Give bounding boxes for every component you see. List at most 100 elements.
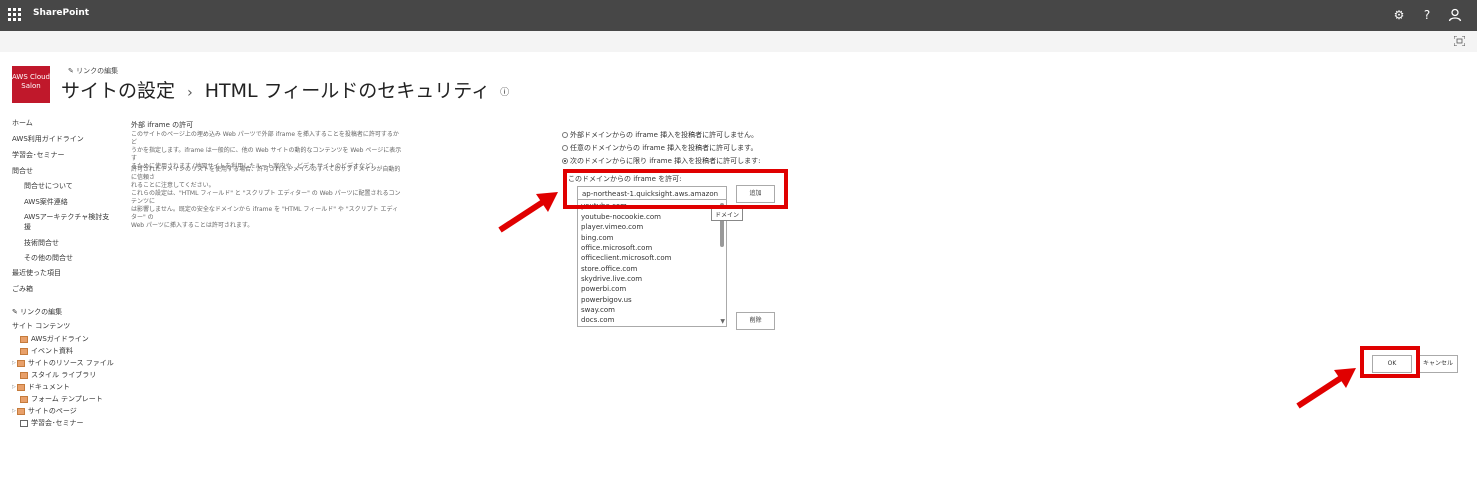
radio-disallow[interactable]: 外部ドメインからの iframe 挿入を投稿者に許可しません。 bbox=[562, 130, 758, 140]
content-seminar-calendar[interactable]: 学習会･セミナー bbox=[20, 418, 84, 428]
section-title: 外部 iframe の許可 bbox=[131, 121, 194, 129]
nav-item-about-inquiry[interactable]: 問合せについて bbox=[24, 181, 73, 191]
cancel-button[interactable]: キャンセル bbox=[1418, 355, 1458, 373]
library-icon bbox=[16, 359, 25, 367]
calendar-icon bbox=[20, 419, 28, 427]
list-item[interactable]: officeclient.microsoft.com bbox=[581, 254, 671, 262]
desc-line: は影響しません。既定の安全なドメインから iframe を "HTML フィール… bbox=[131, 206, 399, 221]
highlight-box-ok bbox=[1360, 346, 1420, 378]
radio-label: 次のドメインからに限り iframe 挿入を投稿者に許可します: bbox=[570, 157, 761, 165]
desc-line: れることに注意してください。 bbox=[131, 182, 215, 189]
radio-label: 外部ドメインからの iframe 挿入を投稿者に許可しません。 bbox=[570, 131, 758, 139]
list-item[interactable]: store.office.com bbox=[581, 265, 637, 273]
nav-item-tech-inquiry[interactable]: 技術問合せ bbox=[24, 238, 59, 248]
description-paragraph-2: 許可されたドメインのリストを使用する場合、許可されたドメインのすべてのサブドメイ… bbox=[131, 166, 403, 190]
content-label: イベント資料 bbox=[31, 347, 73, 355]
list-item[interactable]: youtube-nocookie.com bbox=[581, 213, 661, 221]
radio-button[interactable] bbox=[562, 132, 568, 138]
description-paragraph-1: このサイトのページ上の埋め込み Web パーツで外部 iframe を挿入するこ… bbox=[131, 131, 403, 171]
library-icon bbox=[16, 407, 25, 415]
nav-item-architecture[interactable]: AWSアーキテクチャ検討支 bbox=[24, 212, 109, 222]
domain-tooltip: ドメイン bbox=[711, 208, 744, 221]
content-label: AWSガイドライン bbox=[31, 335, 89, 343]
expand-icon[interactable]: ▷ bbox=[12, 408, 16, 414]
breadcrumb-current: HTML フィールドのセキュリティ bbox=[204, 80, 491, 102]
app-name[interactable]: SharePoint bbox=[33, 8, 89, 18]
focus-mode-icon[interactable] bbox=[1454, 36, 1465, 46]
expand-icon[interactable]: ▷ bbox=[12, 384, 16, 390]
highlight-box-domain bbox=[563, 169, 788, 209]
site-logo[interactable]: AWS Cloud Salon bbox=[12, 66, 50, 103]
pencil-icon: ✎ bbox=[68, 67, 74, 75]
nav-item-recent[interactable]: 最近使った項目 bbox=[12, 268, 61, 278]
radio-allow-any[interactable]: 任意のドメインからの iframe 挿入を投稿者に許可します。 bbox=[562, 143, 757, 153]
nav-item-recycle-bin[interactable]: ごみ箱 bbox=[12, 284, 33, 294]
help-icon[interactable]: ? bbox=[1420, 8, 1434, 22]
scroll-down-icon[interactable]: ▼ bbox=[720, 318, 725, 325]
content-label: スタイル ライブラリ bbox=[31, 371, 97, 379]
radio-button[interactable] bbox=[562, 158, 568, 164]
arrow-annotation-domain bbox=[498, 192, 558, 233]
nav-item-inquiry[interactable]: 問合せ bbox=[12, 166, 33, 176]
logo-text-line2: Salon bbox=[21, 82, 41, 90]
content-event-materials[interactable]: イベント資料 bbox=[20, 346, 73, 356]
content-label: フォーム テンプレート bbox=[31, 395, 103, 403]
desc-line: Web パーツに挿入することは許可されます。 bbox=[131, 222, 254, 229]
content-label: サイトのページ bbox=[27, 407, 77, 415]
page-title: サイトの設定 › HTML フィールドのセキュリティ ⓘ bbox=[61, 76, 509, 103]
library-icon bbox=[20, 335, 28, 343]
logo-text-line1: AWS Cloud bbox=[12, 73, 50, 81]
content-aws-guideline[interactable]: AWSガイドライン bbox=[20, 334, 89, 344]
user-icon[interactable] bbox=[1448, 8, 1462, 22]
expand-icon[interactable]: ▷ bbox=[12, 360, 16, 366]
nav-item-home[interactable]: ホーム bbox=[12, 118, 33, 128]
desc-line: 許可されたドメインのリストを使用する場合、許可されたドメインのすべてのサブドメイ… bbox=[131, 166, 401, 181]
breadcrumb-site-settings[interactable]: サイトの設定 bbox=[61, 80, 175, 102]
nav-item-aws-project[interactable]: AWS案件連絡 bbox=[24, 197, 68, 207]
edit-links-nav[interactable]: ✎ リンクの編集 bbox=[12, 307, 62, 317]
list-item[interactable]: skydrive.live.com bbox=[581, 275, 642, 283]
domain-listbox[interactable]: youtube.com youtube-nocookie.com player.… bbox=[577, 198, 727, 327]
nav-item-other-inquiry[interactable]: その他の問合せ bbox=[24, 253, 73, 263]
list-item[interactable]: powerbi.com bbox=[581, 285, 626, 293]
radio-button[interactable] bbox=[562, 145, 568, 151]
content-form-templates[interactable]: フォーム テンプレート bbox=[20, 394, 103, 404]
list-item[interactable]: player.vimeo.com bbox=[581, 223, 643, 231]
content-site-assets[interactable]: ▷ サイトのリソース ファイル bbox=[12, 358, 114, 368]
list-item[interactable]: powerbigov.us bbox=[581, 296, 632, 304]
content-style-library[interactable]: スタイル ライブラリ bbox=[20, 370, 96, 380]
edit-links-header[interactable]: ✎ リンクの編集 bbox=[68, 66, 118, 76]
list-item[interactable]: office.microsoft.com bbox=[581, 244, 652, 252]
content-site-pages[interactable]: ▷ サイトのページ bbox=[12, 406, 77, 416]
delete-domain-button[interactable]: 削除 bbox=[736, 312, 775, 330]
arrow-annotation-ok bbox=[1296, 368, 1356, 409]
edit-links-nav-label: リンクの編集 bbox=[20, 308, 63, 316]
pencil-icon: ✎ bbox=[12, 308, 21, 316]
content-label: サイトのリソース ファイル bbox=[27, 359, 114, 367]
library-icon bbox=[20, 347, 28, 355]
list-item[interactable]: sway.com bbox=[581, 306, 615, 314]
nav-item-architecture-cont[interactable]: 援 bbox=[24, 222, 31, 232]
radio-allow-listed[interactable]: 次のドメインからに限り iframe 挿入を投稿者に許可します: bbox=[562, 156, 761, 166]
gear-icon[interactable]: ⚙ bbox=[1392, 8, 1406, 22]
site-contents-heading[interactable]: サイト コンテンツ bbox=[12, 321, 70, 331]
content-label: 学習会･セミナー bbox=[31, 419, 84, 427]
breadcrumb-separator: › bbox=[187, 85, 193, 101]
description-paragraph-3: これらの設定は、"HTML フィールド" と "スクリプト エディター" の W… bbox=[131, 190, 403, 230]
desc-line: うかを指定します。iframe は一般的に、他の Web サイトの動的なコンテン… bbox=[131, 147, 402, 162]
command-bar bbox=[0, 31, 1477, 52]
edit-links-label: リンクの編集 bbox=[76, 67, 119, 75]
radio-label: 任意のドメインからの iframe 挿入を投稿者に許可します。 bbox=[570, 144, 758, 152]
info-icon[interactable]: ⓘ bbox=[500, 88, 509, 98]
nav-item-seminar[interactable]: 学習会･セミナー bbox=[12, 150, 65, 160]
nav-item-guideline[interactable]: AWS利用ガイドライン bbox=[12, 134, 84, 144]
content-label: ドキュメント bbox=[27, 383, 70, 391]
waffle-icon[interactable] bbox=[8, 8, 22, 22]
desc-line: これらの設定は、"HTML フィールド" と "スクリプト エディター" の W… bbox=[131, 190, 401, 205]
content-documents[interactable]: ▷ ドキュメント bbox=[12, 382, 70, 392]
library-icon bbox=[20, 371, 28, 379]
suite-bar: SharePoint ⚙ ? bbox=[0, 0, 1477, 31]
list-item[interactable]: docs.com bbox=[581, 316, 614, 324]
desc-line: このサイトのページ上の埋め込み Web パーツで外部 iframe を挿入するこ… bbox=[131, 131, 399, 146]
list-item[interactable]: bing.com bbox=[581, 234, 613, 242]
